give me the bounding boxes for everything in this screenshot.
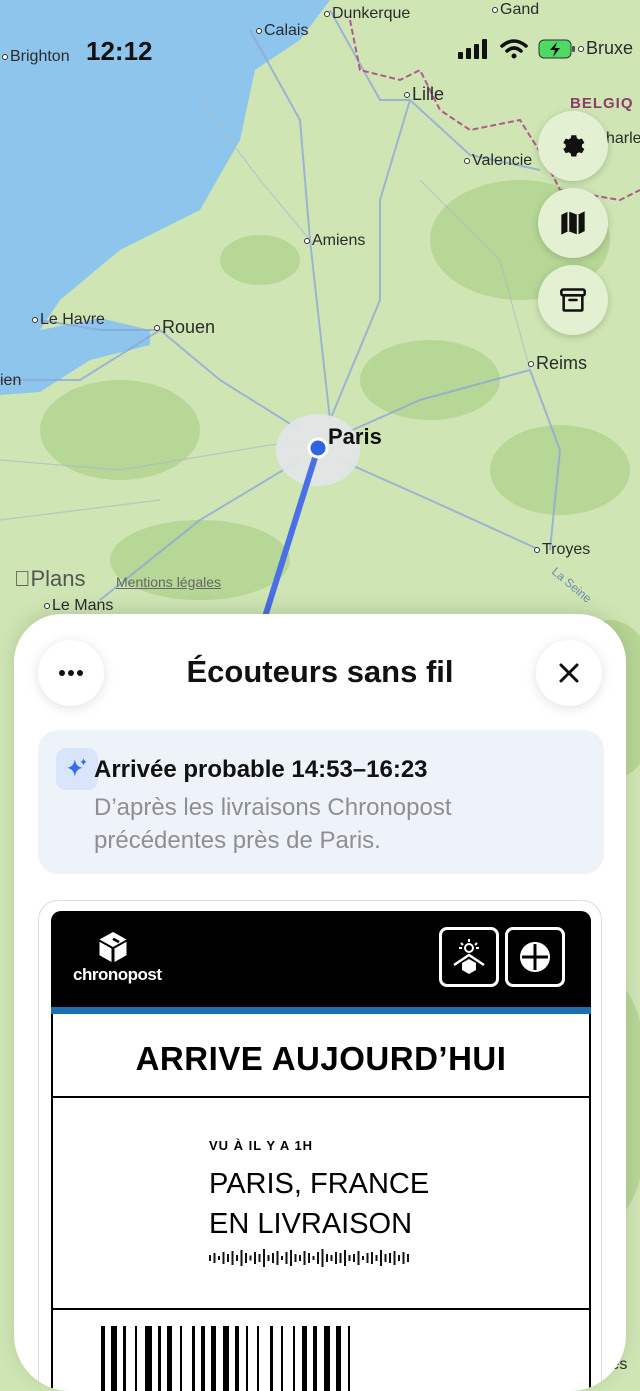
- eta-subtitle-line1: D’après les livraisons Chronopost: [94, 794, 452, 821]
- legal-link[interactable]: Mentions légales: [116, 574, 221, 590]
- map-mode-button[interactable]: [538, 188, 608, 258]
- place-reims: Reims: [528, 353, 587, 374]
- place-dunkerque: Dunkerque: [324, 5, 410, 23]
- map-icon: [561, 211, 585, 235]
- battery-charging-icon: [538, 39, 575, 59]
- eta-title: Arrivée probable 14:53–16:23: [94, 756, 428, 783]
- wifi-icon: [500, 39, 528, 59]
- barcode-icon: [101, 1326, 350, 1391]
- place-calais: Calais: [256, 22, 308, 40]
- status-headline: ARRIVE AUJOURD’HUI: [135, 1040, 507, 1077]
- chronopost-logo-icon: [99, 932, 127, 962]
- package-sheet: Écouteurs sans fil Arrivée probable 14:5…: [14, 614, 626, 1391]
- package-location: PARIS, FRANCE: [209, 1168, 430, 1200]
- package-sun-icon: [453, 939, 485, 974]
- archive-button[interactable]: [538, 265, 608, 335]
- cellular-signal-icon: [458, 39, 487, 59]
- status-icons: [458, 38, 576, 60]
- apple-maps-logo: Plans: [14, 566, 86, 591]
- tracking-details-box: VU À IL Y A 1H PARIS, FRANCE EN LIVRAISO…: [51, 1098, 591, 1310]
- place-valenciennes: Valencie: [464, 152, 532, 170]
- place-rouen: Rouen: [154, 317, 215, 338]
- status-headline-box: ARRIVE AUJOURD’HUI: [51, 1014, 591, 1098]
- status-time: 12:12: [86, 36, 153, 66]
- place-le-havre: Le Havre: [32, 311, 105, 329]
- place-brighton: Brighton: [2, 48, 70, 66]
- delivery-options-button[interactable]: [439, 927, 499, 987]
- last-seen-label: VU À IL Y A 1H: [209, 1138, 314, 1153]
- place-charleroi: harle: [606, 130, 640, 147]
- place-troyes: Troyes: [534, 541, 590, 559]
- place-le-mans: Le Mans: [44, 597, 113, 615]
- tracking-waveform-icon: [209, 1249, 409, 1267]
- apple-icon: : [14, 566, 31, 591]
- track-location-button[interactable]: [505, 927, 565, 987]
- carrier-logo-text: chronopost: [73, 965, 162, 984]
- place-caen: ien: [0, 372, 22, 389]
- settings-button[interactable]: [538, 111, 608, 181]
- place-belgique: BELGIQ: [570, 95, 634, 112]
- package-card[interactable]: chronopost ARRIVE AUJOURD’HUI VU À IL Y …: [38, 900, 602, 1391]
- place-gand: Gand: [492, 1, 539, 19]
- sheet-title: Écouteurs sans fil: [186, 654, 454, 689]
- eta-subtitle-line2: précédentes près de Paris.: [94, 827, 381, 854]
- close-icon: [559, 663, 579, 683]
- sparkle-icon: [56, 748, 98, 790]
- carrier-header: chronopost: [51, 911, 591, 1007]
- archive-icon: [560, 288, 586, 312]
- carrier-stripe: [51, 1007, 591, 1014]
- close-button[interactable]: [536, 640, 602, 706]
- place-bruxelles: Bruxe: [578, 38, 633, 59]
- place-amiens: Amiens: [304, 232, 365, 250]
- package-state: EN LIVRAISON: [209, 1208, 413, 1240]
- place-paris: Paris: [328, 424, 382, 449]
- gear-icon: [563, 135, 585, 157]
- place-lille: Lille: [404, 84, 444, 105]
- barcode-box: [51, 1310, 591, 1391]
- crosshair-icon: [517, 939, 553, 975]
